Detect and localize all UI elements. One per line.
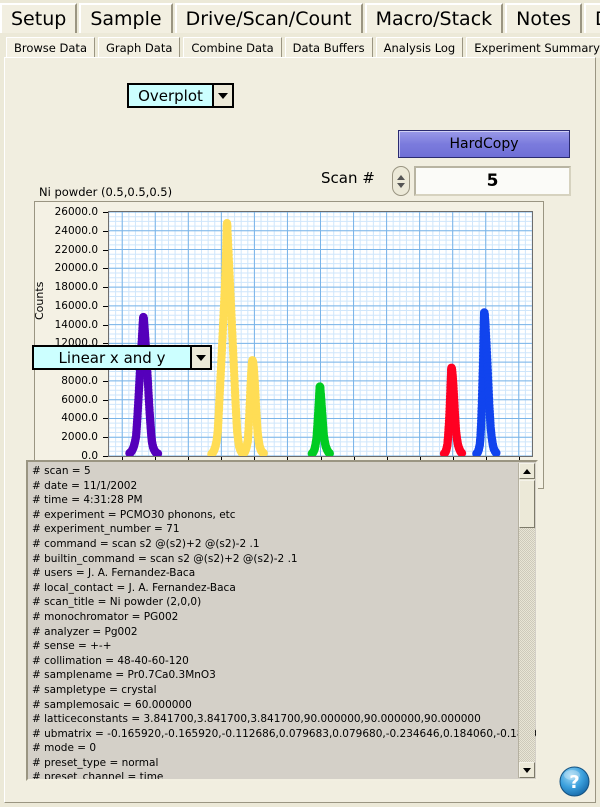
question-mark-icon: ? [559,766,590,797]
main-tab-notes[interactable]: Notes [505,3,582,33]
sub-tab-label: Combine Data [191,41,273,55]
y-axis-tick [103,287,108,288]
triangle-down-icon [523,768,531,773]
stepper-up-icon[interactable] [397,175,405,180]
y-axis-tick [103,231,108,232]
y-axis-tick-label: 2000.0 [28,431,98,443]
sub-tab-label: Analysis Log [384,41,456,55]
y-axis-tick-label: 20000.0 [28,262,98,274]
sub-tab-combine-data[interactable]: Combine Data [183,37,281,58]
main-tab-label: Setup [11,8,66,30]
y-axis-tick-label: 6000.0 [28,394,98,406]
sub-tab-label: Browse Data [14,41,87,55]
y-axis-tick [103,400,108,401]
y-axis-tick-label: 22000.0 [28,244,98,256]
main-tab-bar: Setup Sample Drive/Scan/Count Macro/Stack No… [0,0,600,33]
sub-tab-browse-data[interactable]: Browse Data [6,37,95,58]
scrollbar-track[interactable] [519,528,535,762]
scrollbar-thumb[interactable] [519,480,535,528]
plot-title: Ni powder (0.5,0.5,0.5) [39,185,172,199]
scrollbar-up-button[interactable] [519,463,535,479]
scale-mode-dropdown[interactable]: Linear x and y [32,345,212,370]
hardcopy-label: HardCopy [449,136,518,152]
chevron-down-icon[interactable] [212,85,232,106]
y-axis-tick [103,381,108,382]
y-axis-tick [103,437,108,438]
scrollbar-down-button[interactable] [519,762,535,778]
main-tab-sample[interactable]: Sample [79,3,172,33]
sub-tab-label: Experiment Summary [474,41,600,55]
sub-tab-label: Data Buffers [293,41,365,55]
plot-canvas[interactable] [108,211,533,457]
scan-header-log[interactable]: # scan = 5 # date = 11/1/2002 # time = 4… [26,460,538,781]
main-tab-label: Macro/Stack [376,8,493,30]
main-tab-label: Notes [516,8,571,30]
log-scrollbar[interactable] [518,463,535,778]
sub-tab-graph-data[interactable]: Graph Data [98,37,180,58]
main-tab-label: Data [595,8,600,30]
triangle-up-icon [523,469,531,474]
help-button[interactable]: ? [559,766,590,797]
stepper-down-icon[interactable] [397,183,405,188]
y-axis-tick [103,306,108,307]
main-tab-setup[interactable]: Setup [0,3,77,33]
y-axis-tick-label: 26000.0 [28,206,98,218]
sub-tab-experiment-summary[interactable]: Experiment Summary [466,37,600,58]
main-tab-label: Sample [90,8,161,30]
sub-tab-label: Graph Data [106,41,172,55]
sub-tab-bar: Browse Data Graph Data Combine Data Data Bu… [6,36,594,58]
chevron-down-icon-2[interactable] [190,347,210,368]
sub-tab-analysis-log[interactable]: Analysis Log [376,37,464,58]
scan-number-label: Scan # [321,169,375,187]
series-5 [472,308,500,456]
scan-number-stepper[interactable] [392,166,410,196]
scan-header-text: # scan = 5 # date = 11/1/2002 # time = 4… [32,464,514,781]
y-axis-tick-label: 8000.0 [28,375,98,387]
scan-number-value: 5 [487,171,499,191]
y-axis-tick-label: 4000.0 [28,412,98,424]
y-axis-tick-label: 16000.0 [28,300,98,312]
plot-mode-dropdown[interactable]: Overplot [127,83,234,108]
scan-number-field[interactable]: 5 [414,166,571,196]
y-axis-tick [103,456,108,457]
main-tab-data[interactable]: Data [584,3,600,33]
y-axis-tick-label: 24000.0 [28,225,98,237]
plot-mode-value: Overplot [129,87,212,105]
y-axis-tick-label: 18000.0 [28,281,98,293]
y-axis-tick [103,268,108,269]
y-axis-tick [103,250,108,251]
plot-svg [109,212,532,456]
scale-mode-value: Linear x and y [34,349,190,367]
y-axis-tick-label: 14000.0 [28,319,98,331]
y-axis-tick [103,325,108,326]
y-axis-tick [103,212,108,213]
y-axis-tick [103,418,108,419]
main-tab-macro-stack[interactable]: Macro/Stack [365,3,504,33]
help-glyph: ? [569,772,579,793]
main-tab-label: Drive/Scan/Count [186,8,352,30]
hardcopy-button[interactable]: HardCopy [398,130,570,158]
main-tab-drive-scan-count[interactable]: Drive/Scan/Count [175,3,363,33]
sub-tab-data-buffers[interactable]: Data Buffers [285,37,373,58]
